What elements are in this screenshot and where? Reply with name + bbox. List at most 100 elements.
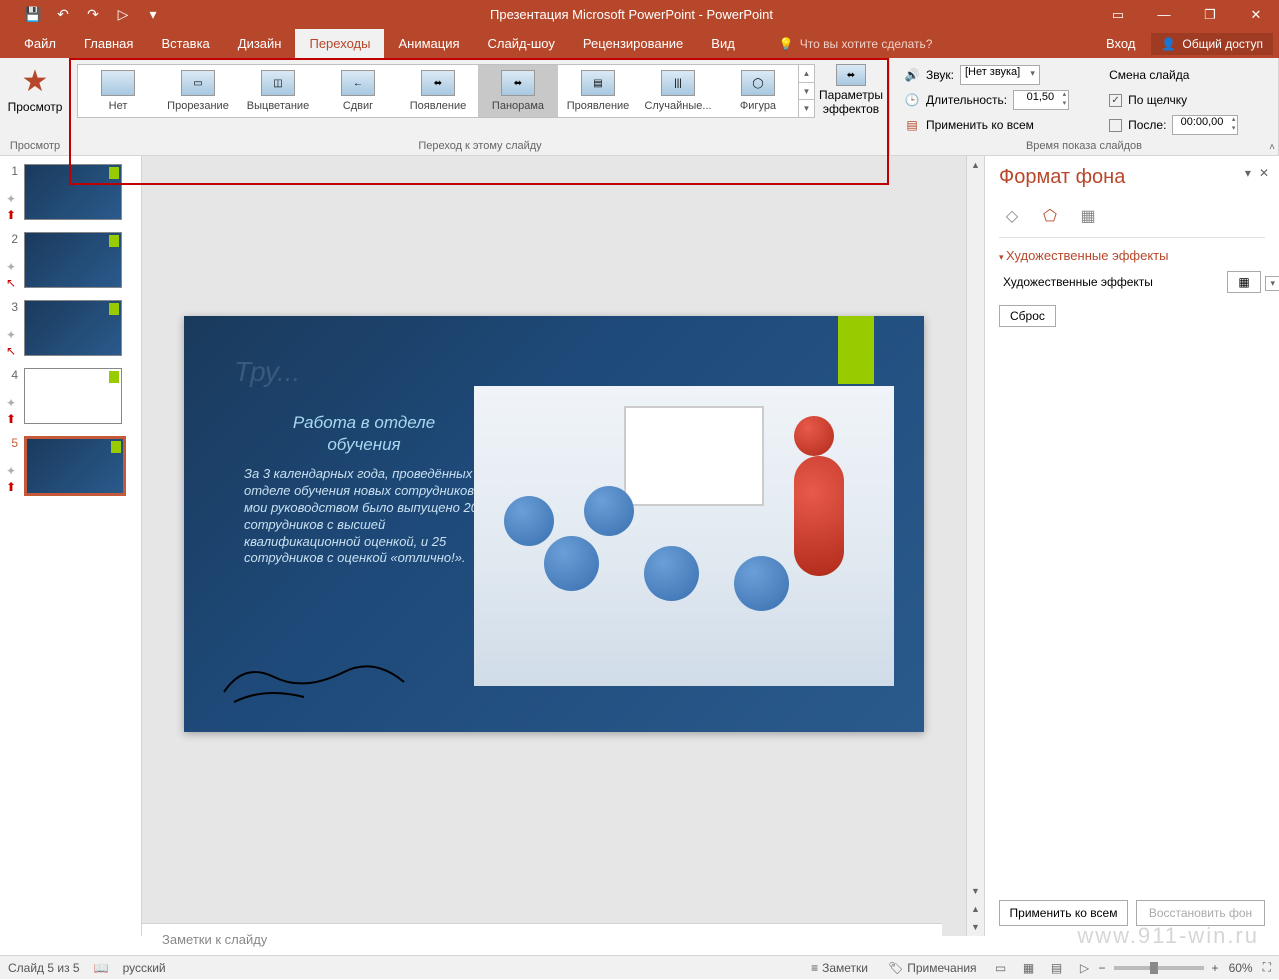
artistic-effects-dropdown[interactable]: ▦ [1227, 271, 1261, 293]
share-label: Общий доступ [1182, 37, 1263, 51]
group-label-timing: Время показа слайдов [894, 140, 1274, 154]
duration-label: Длительность: [926, 93, 1007, 107]
gallery-item[interactable]: |||Случайные... [638, 65, 718, 117]
gallery-down-icon[interactable]: ▼ [799, 83, 814, 101]
vertical-scrollbar[interactable]: ▲ ▼ ▲ ▼ [966, 156, 984, 936]
gallery-item-selected[interactable]: ⬌Панорама [478, 65, 558, 117]
after-spinner[interactable]: 00:00,00 [1172, 115, 1238, 135]
sound-label: Звук: [926, 68, 954, 82]
language-indicator[interactable]: русский [123, 961, 166, 975]
start-from-beginning-icon[interactable]: ▷ [108, 1, 138, 29]
current-slide: Тру... Работа в отделе обучения За 3 кал… [184, 316, 924, 732]
gallery-item[interactable]: ◫Выцветание [238, 65, 318, 117]
accent-shape [838, 316, 874, 384]
apply-to-all-button[interactable]: Применить ко всем [999, 900, 1128, 926]
workspace: 1✦⬆ 2✦↖ 3✦↖ 4✦⬆ 5✦⬆ Тру... Работа в отде… [0, 156, 1279, 936]
tab-animations[interactable]: Анимация [384, 29, 473, 58]
thumbnail-2[interactable]: 2✦↖ [4, 232, 137, 290]
prev-slide-icon[interactable]: ▲ [967, 900, 984, 918]
gallery-item[interactable]: ▭Прорезание [158, 65, 238, 117]
tab-slideshow[interactable]: Слайд-шоу [474, 29, 569, 58]
comments-toggle[interactable]: 🏷 Примечания [878, 956, 987, 980]
zoom-level[interactable]: 60% [1229, 961, 1253, 975]
normal-view-icon[interactable]: ▭ [987, 956, 1015, 980]
clock-icon: 🕒 [904, 92, 920, 108]
zoom-in-icon[interactable]: + [1212, 961, 1219, 975]
tab-design[interactable]: Дизайн [224, 29, 296, 58]
notes-pane[interactable]: Заметки к слайду [142, 923, 942, 955]
transitions-gallery: Нет ▭Прорезание ◫Выцветание ←Сдвиг ⬌Появ… [77, 64, 815, 118]
gallery-item[interactable]: ▤Проявление [558, 65, 638, 117]
tab-view[interactable]: Вид [697, 29, 749, 58]
group-label-transition: Переход к этому слайду [75, 140, 885, 154]
thumbnail-4[interactable]: 4✦⬆ [4, 368, 137, 426]
slide-thumbnails: 1✦⬆ 2✦↖ 3✦↖ 4✦⬆ 5✦⬆ [0, 156, 142, 936]
notes-toggle[interactable]: ≡ Заметки [801, 956, 878, 980]
window-controls: ▭ — ❐ ✕ [1095, 1, 1279, 29]
thumbnail-1[interactable]: 1✦⬆ [4, 164, 137, 222]
thumbnail-5[interactable]: 5✦⬆ [4, 436, 137, 496]
minimize-icon[interactable]: — [1141, 1, 1187, 29]
status-bar: Слайд 5 из 5 📖 русский ≡ Заметки 🏷 Приме… [0, 955, 1279, 979]
tell-me[interactable]: 💡 Что вы хотите сделать? [749, 37, 933, 51]
tab-review[interactable]: Рецензирование [569, 29, 697, 58]
gallery-item[interactable]: ←Сдвиг [318, 65, 398, 117]
slideshow-view-icon[interactable]: ▷ [1071, 956, 1099, 980]
view-buttons: ▭ ▦ ▤ ▷ [987, 956, 1099, 980]
gallery-more-icon[interactable]: ▼ [799, 100, 814, 117]
restore-background-button[interactable]: Восстановить фон [1136, 900, 1265, 926]
share-button[interactable]: 👤 Общий доступ [1151, 33, 1273, 55]
sound-dropdown[interactable]: [Нет звука] [960, 65, 1040, 85]
apply-all-icon: ▤ [904, 117, 920, 133]
ink-scribble [214, 652, 414, 712]
section-artistic-effects[interactable]: Художественные эффекты [999, 248, 1265, 263]
thumbnail-3[interactable]: 3✦↖ [4, 300, 137, 358]
tab-home[interactable]: Главная [70, 29, 147, 58]
on-click-checkbox[interactable]: ✓ [1109, 94, 1122, 107]
slide-faded-title: Тру... [234, 356, 300, 388]
effect-options-button[interactable]: ⬌ Параметры эффектов [817, 60, 885, 117]
pane-dropdown-icon[interactable]: ▾ [1245, 166, 1251, 180]
login-button[interactable]: Вход [1094, 36, 1147, 51]
effects-icon[interactable]: ⬠ [1039, 205, 1061, 227]
picture-icon[interactable]: ▦ [1077, 205, 1099, 227]
undo-icon[interactable]: ↶ [48, 1, 78, 29]
zoom-slider[interactable] [1114, 966, 1204, 970]
fit-to-window-icon[interactable]: ⛶ [1263, 960, 1271, 975]
duration-spinner[interactable]: 01,50 [1013, 90, 1069, 110]
tab-file[interactable]: Файл [10, 29, 70, 58]
redo-icon[interactable]: ↷ [78, 1, 108, 29]
gallery-item[interactable]: ⬌Появление [398, 65, 478, 117]
next-slide-icon[interactable]: ▼ [967, 918, 984, 936]
after-checkbox[interactable] [1109, 119, 1122, 132]
person-icon: 👤 [1161, 37, 1176, 51]
preview-button[interactable]: ★ Просмотр [4, 60, 66, 114]
reading-view-icon[interactable]: ▤ [1043, 956, 1071, 980]
gallery-item[interactable]: Нет [78, 65, 158, 117]
spellcheck-icon[interactable]: 📖 [94, 961, 109, 975]
sorter-view-icon[interactable]: ▦ [1015, 956, 1043, 980]
tell-me-label: Что вы хотите сделать? [800, 37, 933, 51]
ribbon-group-timing: 🔊 Звук: [Нет звука] 🕒 Длительность: 01,50 ▤ П… [890, 58, 1279, 156]
close-icon[interactable]: ✕ [1233, 1, 1279, 29]
pane-close-icon[interactable]: ✕ [1259, 166, 1269, 180]
maximize-icon[interactable]: ❐ [1187, 1, 1233, 29]
slide-canvas[interactable]: Тру... Работа в отделе обучения За 3 кал… [142, 156, 966, 936]
collapse-ribbon-icon[interactable]: ˄ [1269, 142, 1275, 153]
apply-all-button[interactable]: Применить ко всем [926, 118, 1034, 132]
scroll-down-icon[interactable]: ▼ [967, 882, 984, 900]
slide-counter: Слайд 5 из 5 [8, 961, 80, 975]
gallery-item[interactable]: ◯Фигура [718, 65, 798, 117]
reset-button[interactable]: Сброс [999, 305, 1056, 327]
sound-icon: 🔊 [904, 67, 920, 83]
tab-insert[interactable]: Вставка [147, 29, 223, 58]
scroll-up-icon[interactable]: ▲ [967, 156, 984, 174]
zoom-out-icon[interactable]: − [1099, 961, 1106, 975]
ribbon-options-icon[interactable]: ▭ [1095, 1, 1141, 29]
gallery-up-icon[interactable]: ▲ [799, 65, 814, 83]
fill-icon[interactable]: ◇ [1001, 205, 1023, 227]
save-icon[interactable]: 💾 [18, 1, 48, 29]
tab-transitions[interactable]: Переходы [295, 29, 384, 58]
after-label: После: [1128, 118, 1166, 132]
qat-more-icon[interactable]: ▾ [138, 1, 168, 29]
